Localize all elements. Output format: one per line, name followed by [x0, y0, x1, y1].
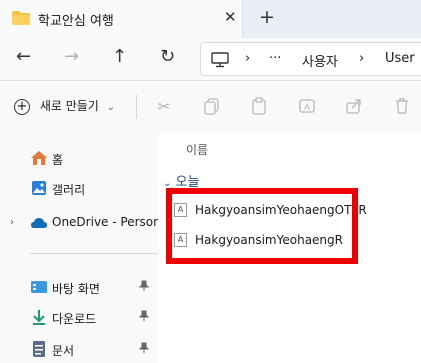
- rename-icon[interactable]: A: [298, 97, 316, 115]
- monitor-icon: [211, 52, 229, 68]
- toolbar-divider: [136, 95, 137, 119]
- chevron-down-icon: ⌄: [106, 102, 116, 113]
- pin-icon: [138, 342, 150, 353]
- breadcrumb-separator: ›: [359, 51, 365, 66]
- new-button-label: 새로 만들기: [39, 99, 99, 113]
- sidebar-item-label: 문서: [52, 344, 75, 358]
- column-header-name[interactable]: 이름: [186, 141, 208, 158]
- pin-icon[interactable]: [138, 280, 150, 295]
- sidebar-item-documents[interactable]: 문서: [0, 338, 158, 362]
- tab-title: 학교안심 여행: [38, 14, 114, 29]
- sidebar-item-home[interactable]: 홈: [0, 147, 158, 171]
- navigation-pane: 홈 갤러리 › OneDrive - Persona 바탕 화면 다운로드 문서: [0, 133, 168, 363]
- delete-icon[interactable]: [393, 97, 411, 115]
- sidebar-item-desktop[interactable]: 바탕 화면: [0, 276, 158, 300]
- sidebar-item-onedrive[interactable]: › OneDrive - Persona: [0, 211, 168, 235]
- divider: [30, 253, 158, 254]
- share-icon[interactable]: [345, 97, 363, 115]
- up-button[interactable]: ↑: [112, 46, 127, 67]
- forward-button[interactable]: →: [64, 46, 79, 67]
- new-button[interactable]: + 새로 만들기 ⌄: [14, 97, 115, 115]
- cloud-icon: [31, 218, 47, 228]
- new-tab-button[interactable]: +: [259, 6, 275, 28]
- desktop-icon: [31, 281, 47, 293]
- breadcrumb-users[interactable]: 사용자: [302, 51, 338, 70]
- refresh-button[interactable]: ↻: [160, 46, 175, 67]
- command-toolbar: + 새로 만들기 ⌄ ✂ A: [0, 81, 421, 133]
- sidebar-item-label: OneDrive - Persona: [52, 215, 169, 229]
- breadcrumb-separator: ›: [245, 51, 251, 66]
- pin-icon: [138, 310, 150, 321]
- close-tab-icon[interactable]: ✕: [224, 8, 237, 26]
- sidebar-item-label: 바탕 화면: [52, 282, 100, 296]
- document-icon: [33, 341, 45, 357]
- breadcrumb-more-button[interactable]: ···: [269, 51, 281, 66]
- gallery-icon: [32, 181, 46, 195]
- sidebar-item-label: 다운로드: [52, 312, 97, 326]
- chevron-right-icon[interactable]: ›: [10, 217, 14, 228]
- tab-bar: 학교안심 여행 ✕ +: [0, 0, 421, 38]
- home-icon: [31, 151, 47, 165]
- pin-icon: [138, 280, 150, 291]
- plus-icon: +: [14, 98, 30, 115]
- sidebar-item-label: 홈: [52, 153, 64, 167]
- folder-icon: [12, 11, 30, 25]
- address-bar[interactable]: › ··· 사용자 › User: [200, 42, 421, 76]
- download-icon: [33, 310, 45, 325]
- breadcrumb-user[interactable]: User: [385, 51, 415, 66]
- svg-text:A: A: [304, 103, 311, 113]
- sidebar-item-label: 갤러리: [52, 183, 86, 197]
- back-button[interactable]: ←: [16, 46, 31, 67]
- tab-school-safe-trip[interactable]: 학교안심 여행 ✕: [0, 0, 243, 38]
- navigation-bar: ← → ↑ ↻ › ··· 사용자 › User: [0, 38, 421, 80]
- copy-icon[interactable]: [203, 97, 221, 115]
- sidebar-item-gallery[interactable]: 갤러리: [0, 177, 158, 201]
- paste-icon[interactable]: [250, 97, 268, 115]
- highlight-box: [166, 188, 358, 264]
- sidebar-item-downloads[interactable]: 다운로드: [0, 306, 158, 330]
- cut-icon[interactable]: ✂: [155, 97, 173, 116]
- pin-icon[interactable]: [138, 310, 150, 325]
- pin-icon[interactable]: [138, 342, 150, 357]
